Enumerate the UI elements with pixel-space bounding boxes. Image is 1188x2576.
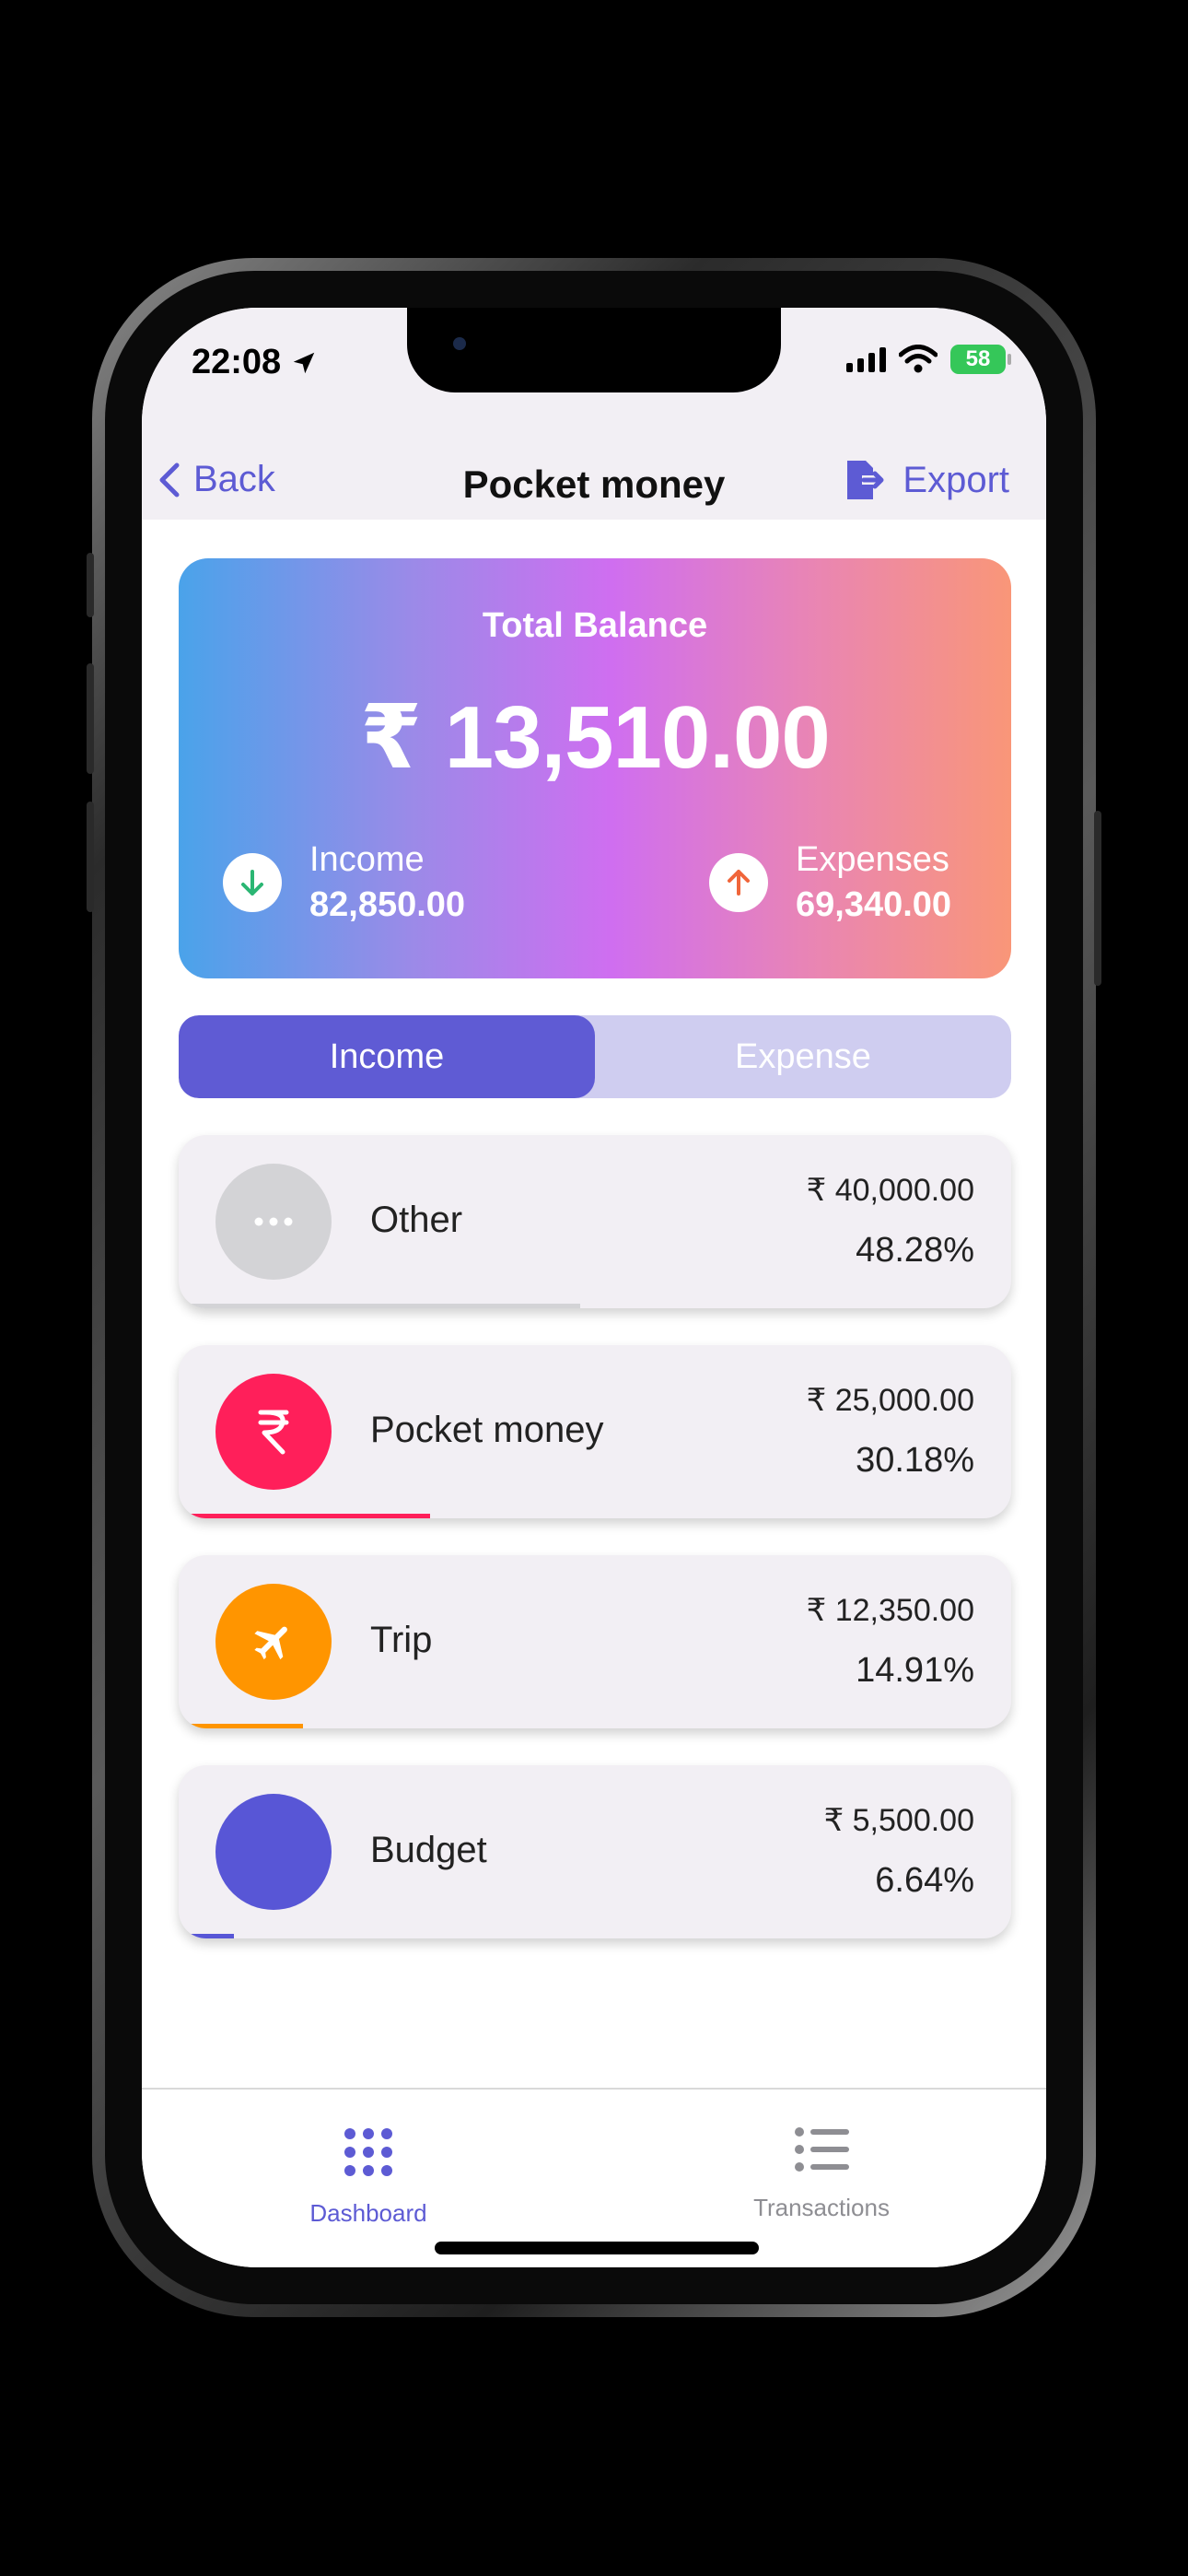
category-percent: 6.64% [875, 1861, 974, 1900]
screen: 22:08 58 Back Pocket money Export Total … [142, 308, 1046, 2267]
rupee-icon [258, 1410, 289, 1455]
airplane-icon [254, 1626, 287, 1660]
more-dots-icon [254, 1217, 293, 1226]
category-icon-other [215, 1164, 332, 1280]
expense-summary: Expenses 69,340.00 [709, 840, 951, 925]
cellular-signal-icon [846, 346, 886, 372]
category-row-trip[interactable]: Trip ₹ 12,350.00 14.91% [179, 1555, 1011, 1728]
category-icon-trip [215, 1584, 332, 1700]
category-icon-pocket-money [215, 1374, 332, 1490]
status-time-text: 22:08 [192, 343, 282, 381]
location-arrow-icon [293, 352, 315, 373]
status-indicators: 58 [846, 345, 1011, 374]
category-name: Trip [370, 1620, 433, 1660]
category-name: Other [370, 1200, 463, 1240]
category-share-bar [179, 1304, 581, 1308]
income-value: 82,850.00 [309, 885, 466, 924]
expense-label: Expenses [796, 840, 949, 879]
category-share-bar [179, 1514, 430, 1518]
navigation-bar: Back Pocket money Export [142, 446, 1046, 520]
front-camera [453, 337, 466, 350]
category-row-pocket-money[interactable]: Pocket money ₹ 25,000.00 30.18% [179, 1345, 1011, 1518]
category-amount: ₹ 5,500.00 [823, 1803, 974, 1838]
income-label: Income [309, 840, 425, 879]
tab-income[interactable]: Income [179, 1015, 595, 1098]
status-time: 22:08 [192, 343, 318, 382]
income-summary: Income 82,850.00 [223, 840, 465, 925]
power-button [1094, 811, 1101, 986]
volume-down-button [87, 802, 94, 912]
grid-dots-icon [344, 2128, 392, 2176]
expense-arrow-icon [709, 853, 768, 912]
category-percent: 48.28% [856, 1231, 974, 1270]
volume-up-button [87, 663, 94, 774]
category-name: Budget [370, 1830, 487, 1870]
category-percent: 30.18% [856, 1441, 974, 1480]
category-amount: ₹ 40,000.00 [806, 1173, 974, 1208]
home-indicator[interactable] [435, 2242, 759, 2254]
category-name: Pocket money [370, 1410, 604, 1450]
income-expense-segment: Income Expense [179, 1015, 1011, 1098]
tab-transactions-label: Transactions [753, 2194, 890, 2221]
category-icon-budget [215, 1794, 332, 1910]
income-arrow-icon [223, 853, 282, 912]
category-percent: 14.91% [856, 1651, 974, 1690]
tab-expense[interactable]: Expense [595, 1015, 1011, 1098]
category-amount: ₹ 25,000.00 [806, 1383, 974, 1418]
total-balance-label: Total Balance [482, 606, 708, 645]
action-button [87, 553, 94, 617]
battery-level: 58 [965, 346, 991, 371]
bottom-tab-bar: Dashboard Transactions [142, 2088, 1046, 2267]
category-row-other[interactable]: Other ₹ 40,000.00 48.28% [179, 1135, 1011, 1308]
tab-transactions[interactable]: Transactions [729, 2126, 914, 2222]
wifi-icon [899, 345, 938, 373]
category-row-budget[interactable]: Budget ₹ 5,500.00 6.64% [179, 1765, 1011, 1938]
tab-dashboard-label: Dashboard [309, 2199, 427, 2227]
category-amount: ₹ 12,350.00 [806, 1593, 974, 1628]
tab-dashboard[interactable]: Dashboard [276, 2126, 460, 2228]
export-file-icon [847, 461, 884, 499]
category-share-bar [179, 1724, 303, 1728]
expense-value: 69,340.00 [796, 885, 952, 924]
total-balance-amount: ₹ 13,510.00 [360, 688, 831, 787]
dynamic-island [407, 308, 781, 392]
category-share-bar [179, 1934, 235, 1938]
export-label: Export [903, 459, 1009, 500]
export-button[interactable]: Export [844, 459, 1009, 501]
list-icon [795, 2127, 849, 2172]
battery-icon: 58 [950, 345, 1011, 374]
balance-card: Total Balance ₹ 13,510.00 Income 82,850.… [179, 558, 1011, 978]
